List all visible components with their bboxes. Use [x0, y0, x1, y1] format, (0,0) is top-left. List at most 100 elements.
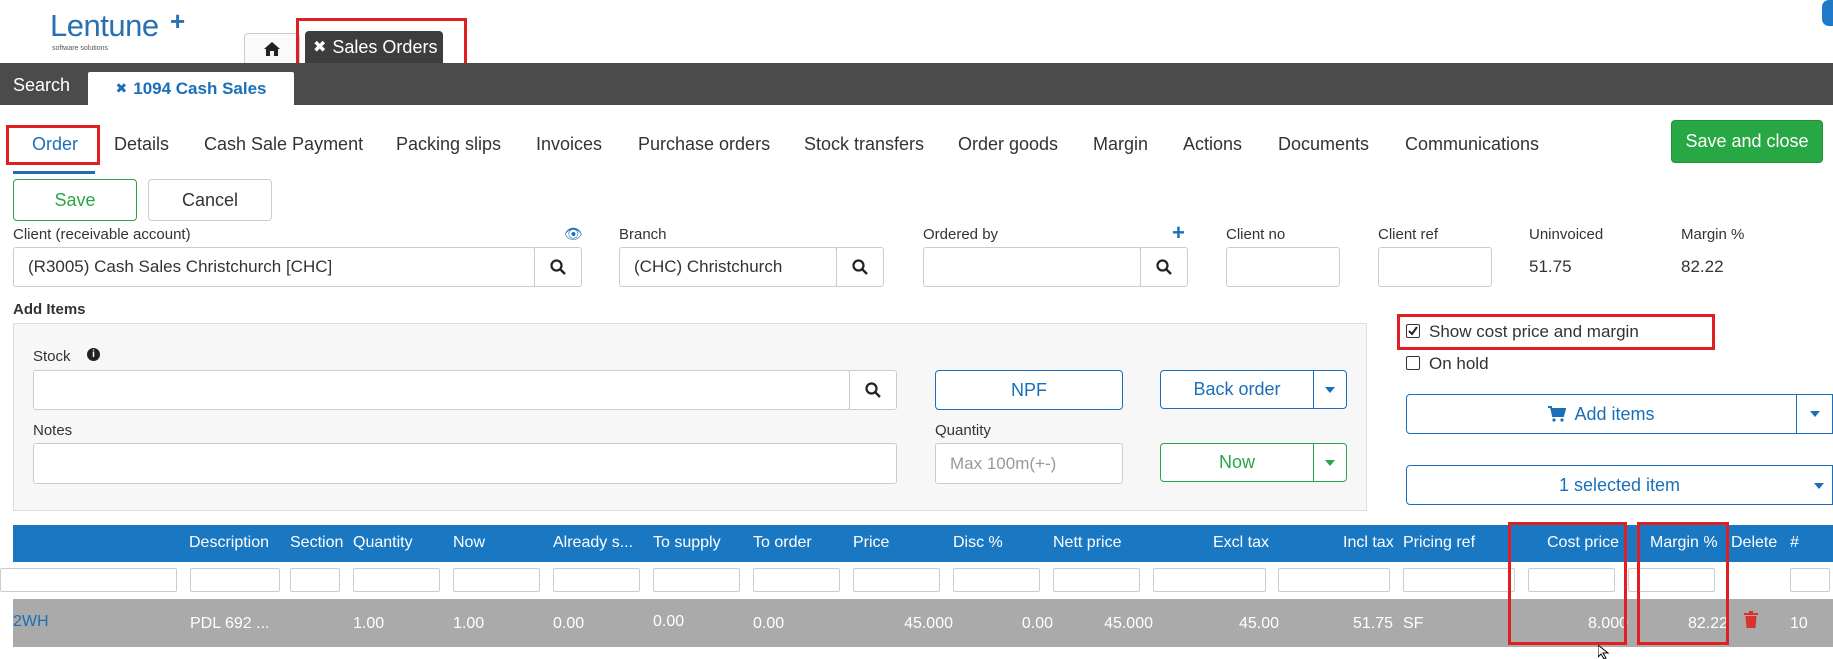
cancel-button[interactable]: Cancel: [148, 179, 272, 221]
col-pricing-ref[interactable]: Pricing ref: [1403, 534, 1475, 552]
home-tab[interactable]: [244, 33, 300, 63]
tab-communications[interactable]: Communications: [1405, 134, 1539, 155]
tab-cash-sales[interactable]: ✖ 1094 Cash Sales: [88, 72, 294, 105]
cart-icon: [1548, 406, 1567, 422]
selected-items-dropdown[interactable]: 1 selected item: [1406, 465, 1833, 505]
add-items-dropdown[interactable]: [1796, 394, 1833, 434]
filter-cost-input[interactable]: [1528, 568, 1615, 592]
col-margin-percent[interactable]: Margin %: [1650, 534, 1718, 552]
filter-nett-input[interactable]: [1053, 568, 1140, 592]
tab-margin[interactable]: Margin: [1093, 134, 1148, 155]
client-search-button[interactable]: [534, 247, 582, 287]
col-to-order[interactable]: To order: [753, 534, 812, 552]
filter-code-input[interactable]: [0, 568, 177, 592]
filter-quantity-input[interactable]: [353, 568, 440, 592]
col-now[interactable]: Now: [453, 534, 485, 552]
tab-packing-slips[interactable]: Packing slips: [396, 134, 501, 155]
tab-invoices[interactable]: Invoices: [536, 134, 602, 155]
now-button[interactable]: Now: [1160, 443, 1314, 482]
show-cost-label[interactable]: Show cost price and margin: [1429, 322, 1639, 342]
close-icon[interactable]: ✖: [313, 37, 326, 57]
stock-label: Stock: [33, 348, 71, 365]
notes-input[interactable]: [33, 443, 897, 484]
col-price[interactable]: Price: [853, 534, 889, 552]
tab-details[interactable]: Details: [114, 134, 169, 155]
ordered-by-input[interactable]: [923, 247, 1141, 287]
branch-search-button[interactable]: [836, 247, 884, 287]
table-row[interactable]: 2WH PDL 692 ... 1.00 1.00 0.00 0.00 0.00…: [13, 599, 1833, 647]
info-icon[interactable]: i: [87, 348, 100, 361]
search-icon: [550, 259, 566, 275]
tab-order-goods[interactable]: Order goods: [958, 134, 1058, 155]
col-excl-tax[interactable]: Excl tax: [1213, 534, 1269, 552]
col-delete: Delete: [1731, 534, 1778, 551]
col-description[interactable]: Description: [189, 534, 269, 552]
col-cost-price[interactable]: Cost price: [1547, 534, 1619, 552]
cell-nett: 45.000: [1104, 615, 1153, 632]
col-section[interactable]: Section: [290, 534, 343, 552]
filter-price-input[interactable]: [853, 568, 940, 592]
cell-number: 10: [1790, 615, 1808, 632]
col-incl-tax[interactable]: Incl tax: [1343, 534, 1394, 552]
col-disc[interactable]: Disc %: [953, 534, 1003, 552]
tab-cash-sale-payment[interactable]: Cash Sale Payment: [204, 134, 363, 155]
client-label: Client (receivable account): [13, 226, 191, 243]
eye-icon[interactable]: 👁: [564, 225, 583, 243]
add-icon[interactable]: +: [1172, 220, 1185, 246]
col-already-supplied[interactable]: Already s...: [553, 534, 633, 552]
close-icon[interactable]: ✖: [116, 80, 128, 97]
cell-excl: 45.00: [1238, 615, 1279, 632]
npf-button[interactable]: NPF: [935, 370, 1123, 410]
filter-already-input[interactable]: [553, 568, 640, 592]
cell-already: 0.00: [553, 615, 585, 632]
tab-stock-transfers[interactable]: Stock transfers: [804, 134, 924, 155]
filter-section-input[interactable]: [290, 568, 340, 592]
table-filter-row: [0, 562, 1833, 599]
tab-sales-orders-label: Sales Orders: [332, 36, 438, 57]
add-items-button[interactable]: Add items: [1406, 394, 1797, 434]
show-cost-checkbox[interactable]: [1406, 324, 1420, 338]
selected-items-label: 1 selected item: [1558, 474, 1681, 495]
add-items-label: Add items: [1574, 403, 1655, 424]
on-hold-label[interactable]: On hold: [1429, 354, 1489, 374]
ordered-by-search-button[interactable]: [1140, 247, 1188, 287]
filter-pricing-ref-input[interactable]: [1403, 568, 1515, 592]
client-input[interactable]: (R3005) Cash Sales Christchurch [CHC]: [13, 247, 535, 287]
caret-down-icon: [1809, 411, 1820, 417]
tab-sales-orders[interactable]: ✖ Sales Orders: [305, 31, 443, 63]
filter-excl-input[interactable]: [1153, 568, 1266, 592]
stock-search-button[interactable]: [849, 370, 897, 410]
stock-input[interactable]: [33, 370, 850, 410]
filter-incl-input[interactable]: [1278, 568, 1390, 592]
on-hold-checkbox[interactable]: [1406, 356, 1420, 370]
now-dropdown[interactable]: [1313, 443, 1347, 482]
filter-disc-input[interactable]: [953, 568, 1040, 592]
save-and-close-button[interactable]: Save and close: [1671, 120, 1823, 163]
client-ref-input[interactable]: [1378, 247, 1492, 287]
trash-icon[interactable]: [1744, 611, 1758, 628]
col-quantity[interactable]: Quantity: [353, 534, 413, 552]
cell-code[interactable]: 2WH: [13, 613, 49, 631]
tab-order[interactable]: Order: [32, 134, 78, 155]
filter-number-input[interactable]: [1790, 568, 1830, 592]
filter-margin-input[interactable]: [1628, 568, 1715, 592]
branch-input[interactable]: (CHC) Christchurch: [619, 247, 837, 287]
back-order-dropdown[interactable]: [1313, 370, 1347, 409]
tab-actions[interactable]: Actions: [1183, 134, 1242, 155]
cell-now: 1.00: [453, 615, 485, 632]
filter-to-order-input[interactable]: [753, 568, 840, 592]
client-no-input[interactable]: [1226, 247, 1340, 287]
tab-purchase-orders[interactable]: Purchase orders: [638, 134, 770, 155]
document-tab-bar: Search ✖ 1094 Cash Sales: [0, 63, 1833, 105]
items-table-header: Description Section Quantity Now Already…: [13, 525, 1833, 562]
save-button[interactable]: Save: [13, 179, 137, 221]
tab-search[interactable]: Search: [13, 75, 70, 96]
quantity-input[interactable]: Max 100m(+-): [935, 443, 1123, 484]
col-to-supply[interactable]: To supply: [653, 534, 721, 552]
filter-now-input[interactable]: [453, 568, 540, 592]
tab-documents[interactable]: Documents: [1278, 134, 1369, 155]
filter-to-supply-input[interactable]: [653, 568, 740, 592]
back-order-button[interactable]: Back order: [1160, 370, 1314, 409]
col-nett-price[interactable]: Nett price: [1053, 534, 1121, 552]
filter-description-input[interactable]: [190, 568, 280, 592]
